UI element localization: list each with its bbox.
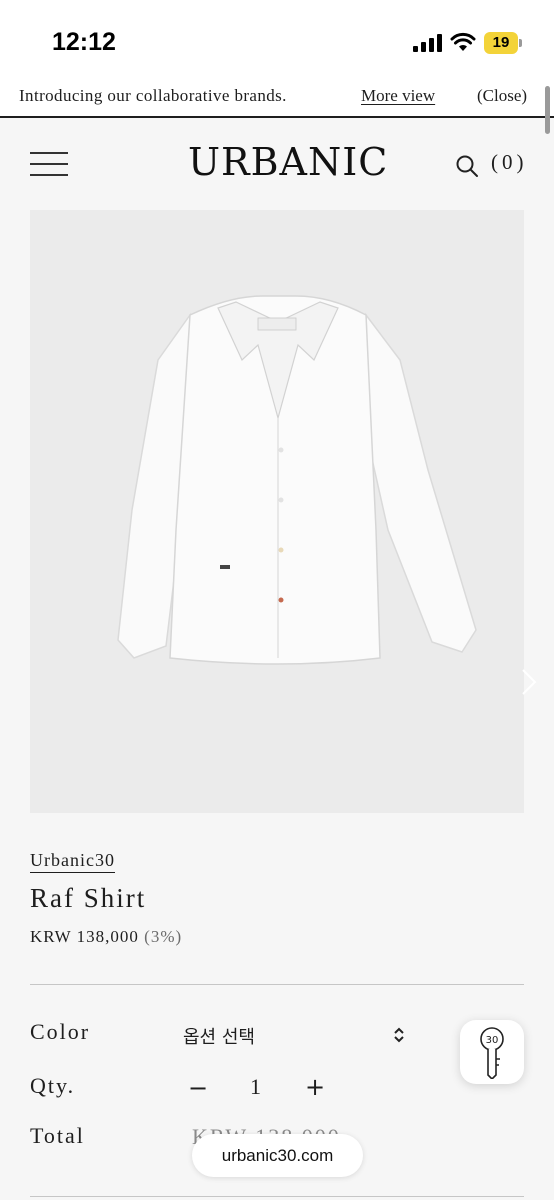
scrollbar[interactable] (545, 86, 550, 134)
brand-logo[interactable]: URBANIC (188, 140, 387, 184)
announcement-bar: Introducing our collaborative brands. Mo… (0, 80, 554, 118)
qty-minus-button[interactable]: − (188, 1074, 208, 1102)
more-view-link[interactable]: More view (361, 86, 435, 106)
close-announcement-button[interactable]: (Close) (477, 86, 527, 106)
updown-chevron-icon (394, 1027, 404, 1043)
url-pill[interactable]: urbanic30.com (192, 1134, 363, 1177)
cart-button[interactable]: (0) (491, 150, 528, 175)
key-floating-button[interactable]: 30 (460, 1020, 524, 1084)
price-value: KRW 138,000 (30, 927, 139, 946)
color-select-value: 옵션 선택 (183, 1027, 255, 1048)
status-bar: 12:12 19 (0, 0, 554, 80)
total-label: Total (30, 1123, 85, 1148)
announcement-message: Introducing our collaborative brands. (19, 86, 287, 105)
battery-level: 19 (492, 34, 510, 51)
signal-icon (413, 34, 442, 52)
product-name: Raf Shirt (30, 883, 147, 913)
chevron-right-icon[interactable] (520, 668, 538, 696)
qty-label: Qty. (30, 1073, 76, 1098)
divider (30, 984, 524, 985)
product-image[interactable] (30, 210, 537, 813)
battery-icon: 19 (484, 32, 522, 54)
hamburger-icon[interactable] (30, 152, 68, 176)
product-price: KRW 138,000 (3%) (30, 927, 182, 947)
color-label: Color (30, 1019, 91, 1044)
qty-plus-button[interactable]: + (305, 1073, 325, 1101)
shirt-image (117, 295, 477, 665)
price-discount: (3%) (144, 927, 183, 946)
wifi-icon (450, 32, 476, 51)
qty-value: 1 (250, 1074, 261, 1099)
product-brand-link[interactable]: Urbanic30 (30, 850, 115, 873)
bottom-divider (30, 1196, 524, 1197)
color-select[interactable]: 옵션 선택 (183, 1021, 408, 1049)
key-badge-text: 30 (486, 1035, 499, 1046)
key-icon: 30 (480, 1027, 504, 1079)
search-icon[interactable] (455, 154, 479, 178)
status-time: 12:12 (52, 28, 116, 56)
